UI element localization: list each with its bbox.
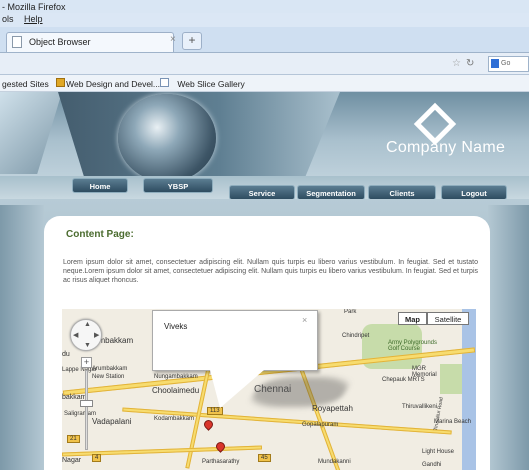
navigation-toolbar (0, 53, 529, 75)
window-title: - Mozilla Firefox (0, 0, 529, 13)
infowindow-text: Viveks (164, 322, 188, 331)
tab-object-browser[interactable]: Object Browser (6, 32, 174, 52)
site-nav: Home YBSP Service Segmentation Clients L… (0, 176, 529, 200)
page-icon (12, 36, 22, 48)
pan-control[interactable]: ▲ ▼ ◀ ▶ (70, 319, 102, 351)
road-shield: 113 (207, 407, 223, 415)
web-slice-icon (160, 78, 169, 87)
map-label: Gopalapuram (302, 422, 339, 428)
road-shield: 4 (92, 454, 102, 462)
infowindow-tail (210, 370, 264, 408)
google-icon (491, 59, 499, 68)
tab-label: Object Browser (29, 37, 91, 47)
map-label: New Station (92, 374, 125, 380)
map-label: Saligramam (64, 411, 97, 417)
map-label: Arumbakkam (92, 366, 128, 372)
map-label: Gandhi (422, 462, 442, 468)
page-title: Content Page: (66, 229, 134, 240)
bookmark-web-design[interactable]: Web Design and Devel... (66, 79, 160, 89)
map-label: Mundakanni (318, 459, 351, 465)
map-type-map-button[interactable]: Map (398, 312, 427, 325)
map-label: Army Polygrounds Golf Course (388, 340, 438, 352)
sea-area (462, 309, 476, 470)
map-label: Nagar (62, 457, 82, 464)
close-icon[interactable]: × (170, 34, 180, 46)
map-label: du (62, 351, 70, 358)
map-label: Choolaimedu (152, 386, 200, 395)
road-shield: 45 (258, 454, 271, 462)
close-icon[interactable]: × (302, 315, 307, 325)
map-infowindow (152, 310, 318, 371)
road-shield: 21 (67, 435, 80, 443)
map-label: Parthasarathy (202, 459, 240, 465)
map-label: Park (344, 309, 357, 315)
nav-ybsp[interactable]: YBSP (143, 178, 213, 193)
bookmark-icon (56, 78, 65, 87)
bookmark-suggested[interactable]: gested Sites (2, 79, 49, 89)
bookmark-web-slice[interactable]: Web Slice Gallery (177, 79, 244, 89)
new-tab-button[interactable]: + (182, 32, 202, 50)
frame-right-border (488, 205, 529, 470)
globe-image (118, 94, 216, 182)
bookmarks-bar: gested Sites Web Design and Devel... Web… (0, 75, 529, 92)
reload-icon[interactable]: ↻ (466, 58, 474, 69)
star-icon[interactable]: ☆ (452, 58, 461, 69)
nav-logout[interactable]: Logout (441, 185, 507, 200)
zoom-in-button[interactable]: + (81, 357, 92, 368)
nav-segmentation[interactable]: Segmentation (297, 185, 365, 200)
body-text: Lorem ipsum dolor sit amet, consectetuer… (63, 259, 478, 284)
nav-home[interactable]: Home (72, 178, 128, 193)
map-label: Vadapalani (92, 417, 132, 426)
map-label: Thiruvallikeni (402, 404, 438, 410)
nav-clients[interactable]: Clients (368, 185, 436, 200)
nav-service[interactable]: Service (229, 185, 295, 200)
menu-help[interactable]: Help (24, 14, 43, 24)
company-name: Company Name (386, 139, 506, 156)
map-label: Kodambakkam (154, 416, 195, 422)
map-label: Nungambakkam (154, 374, 198, 380)
frame-left-border (0, 205, 44, 470)
zoom-slider[interactable] (85, 370, 88, 450)
menu-tools[interactable]: ols (2, 14, 14, 24)
map-label: Chepauk MRTS (382, 377, 425, 383)
map-label: Light House (422, 449, 455, 455)
map-type-satellite-button[interactable]: Satellite (427, 312, 469, 325)
menu-bar: ols Help (0, 13, 529, 27)
map-label: Tiruvallur Road (432, 396, 445, 432)
map-label: Chindripet (342, 333, 370, 339)
zoom-slider-thumb[interactable] (80, 400, 93, 407)
